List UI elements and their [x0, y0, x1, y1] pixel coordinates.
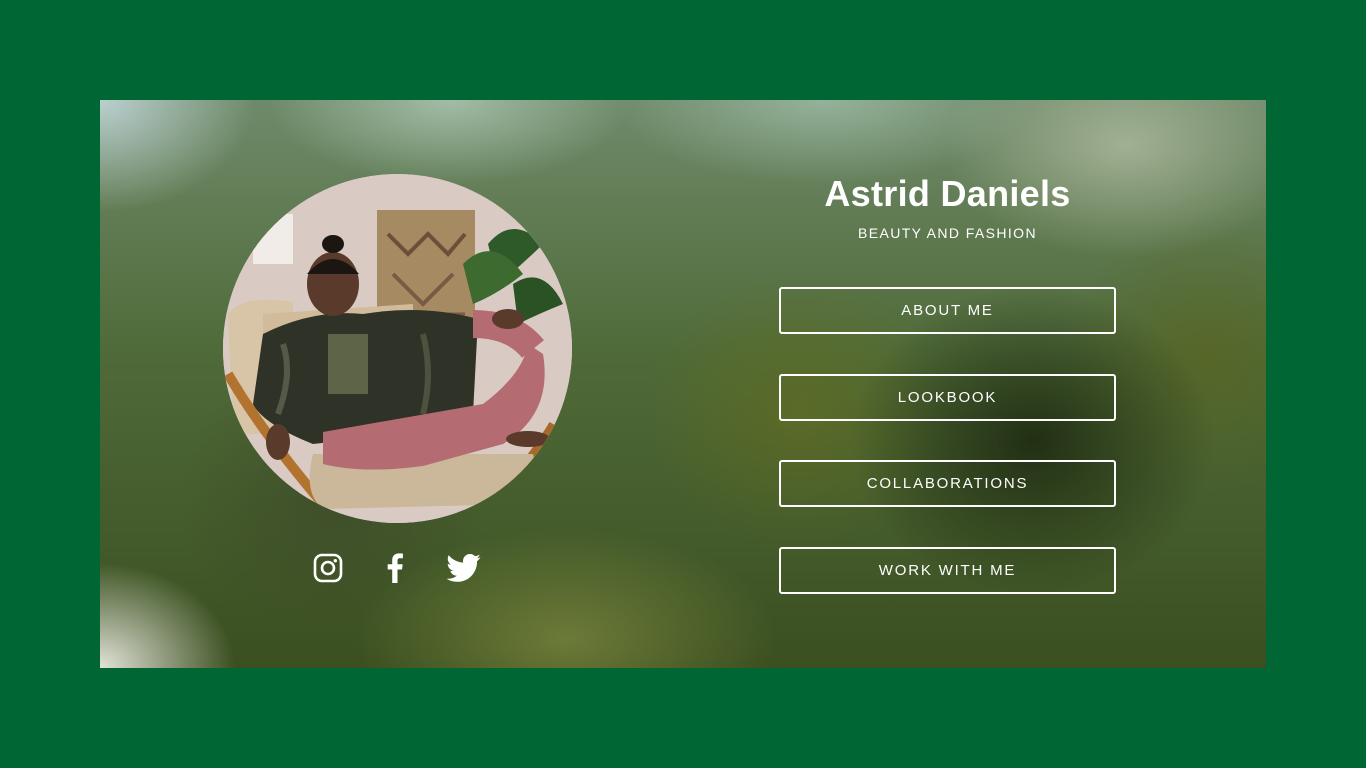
about-me-button[interactable]: ABOUT ME: [779, 287, 1116, 334]
lookbook-button[interactable]: LOOKBOOK: [779, 374, 1116, 421]
profile-name: Astrid Daniels: [824, 173, 1071, 214]
facebook-link[interactable]: [377, 550, 413, 586]
work-with-me-button[interactable]: WORK WITH ME: [779, 547, 1116, 594]
twitter-icon: [447, 554, 481, 582]
instagram-link[interactable]: [310, 550, 346, 586]
instagram-icon: [313, 553, 343, 583]
collaborations-button[interactable]: COLLABORATIONS: [779, 460, 1116, 507]
twitter-link[interactable]: [446, 550, 482, 586]
profile-tagline: BEAUTY AND FASHION: [858, 225, 1037, 241]
facebook-icon: [387, 553, 403, 583]
profile-photo: [223, 174, 572, 523]
profile-card: Astrid Daniels BEAUTY AND FASHION ABOUT …: [100, 100, 1266, 668]
social-links: [310, 550, 488, 586]
page: Astrid Daniels BEAUTY AND FASHION ABOUT …: [0, 0, 1366, 768]
